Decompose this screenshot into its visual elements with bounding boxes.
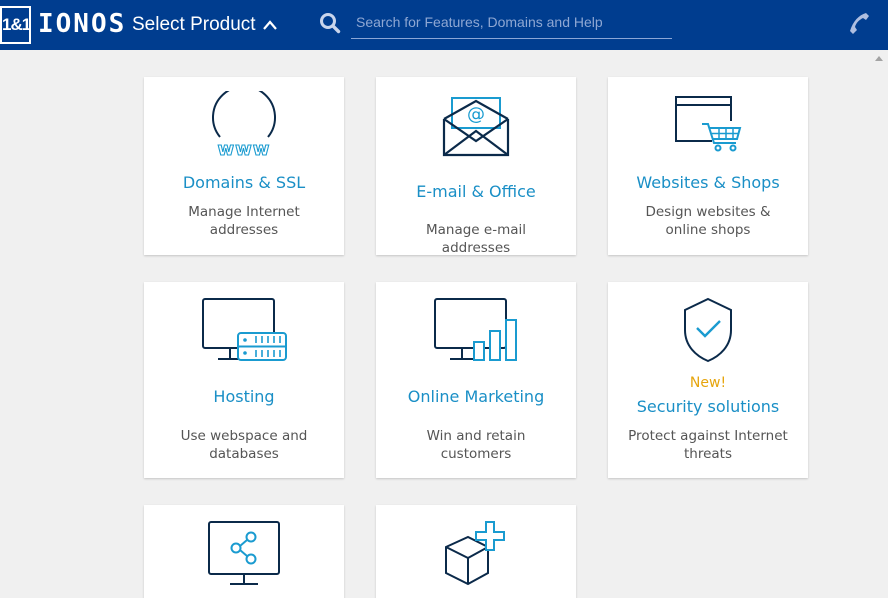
monitor-server-icon bbox=[202, 298, 287, 361]
monitor-bar-chart-icon bbox=[434, 298, 517, 361]
search-icon[interactable] bbox=[318, 11, 342, 35]
card-description: Win and retain customers bbox=[426, 428, 526, 462]
card-description: Manage Internet addresses bbox=[188, 204, 300, 238]
card-title: Online Marketing bbox=[407, 387, 545, 406]
svg-text:www: www bbox=[218, 139, 271, 160]
card-box-plus[interactable] bbox=[376, 505, 576, 598]
top-bar: 1&1 IONOS Select Product bbox=[0, 0, 888, 50]
scroll-up-arrow-icon[interactable] bbox=[875, 56, 883, 61]
phone-icon[interactable] bbox=[844, 9, 872, 37]
logo-wordmark[interactable]: IONOS bbox=[38, 7, 126, 41]
browser-cart-icon bbox=[675, 96, 742, 152]
chevron-up-icon bbox=[262, 20, 277, 30]
card-title: E-mail & Office bbox=[416, 182, 536, 201]
svg-text:@: @ bbox=[467, 104, 485, 125]
select-product-menu[interactable]: Select Product bbox=[132, 10, 278, 40]
scrollbar[interactable] bbox=[871, 50, 888, 598]
card-domains-ssl[interactable]: www Domains & SSL Manage Internet addres… bbox=[144, 77, 344, 255]
card-websites-shops[interactable]: Websites & Shops Design websites & onlin… bbox=[608, 77, 808, 255]
card-title: Websites & Shops bbox=[636, 173, 780, 192]
shield-check-icon bbox=[684, 297, 732, 363]
select-product-label: Select Product bbox=[132, 14, 256, 35]
logo-mark[interactable]: 1&1 bbox=[0, 6, 31, 44]
card-hosting[interactable]: Hosting Use webspace and databases bbox=[144, 282, 344, 478]
card-share[interactable] bbox=[144, 505, 344, 598]
card-title: Hosting bbox=[213, 387, 275, 406]
globe-www-icon: www bbox=[212, 91, 276, 161]
card-email-office[interactable]: @ E-mail & Office Manage e-mail addresse… bbox=[376, 77, 576, 256]
search-input[interactable] bbox=[351, 6, 672, 39]
card-description: Use webspace and databases bbox=[180, 428, 308, 462]
box-plus-icon bbox=[445, 521, 505, 586]
card-title: Security solutions bbox=[636, 397, 780, 416]
card-description: Design websites & online shops bbox=[645, 204, 771, 238]
card-description: Protect against Internet threats bbox=[628, 428, 788, 462]
card-security-solutions[interactable]: New! Security solutions Protect against … bbox=[608, 282, 808, 478]
card-title: Domains & SSL bbox=[182, 173, 306, 192]
card-description: Manage e-mail addresses bbox=[425, 222, 527, 256]
monitor-share-icon bbox=[208, 521, 280, 585]
new-badge: New! bbox=[689, 375, 727, 391]
card-online-marketing[interactable]: Online Marketing Win and retain customer… bbox=[376, 282, 576, 478]
email-envelope-icon: @ bbox=[442, 97, 510, 157]
